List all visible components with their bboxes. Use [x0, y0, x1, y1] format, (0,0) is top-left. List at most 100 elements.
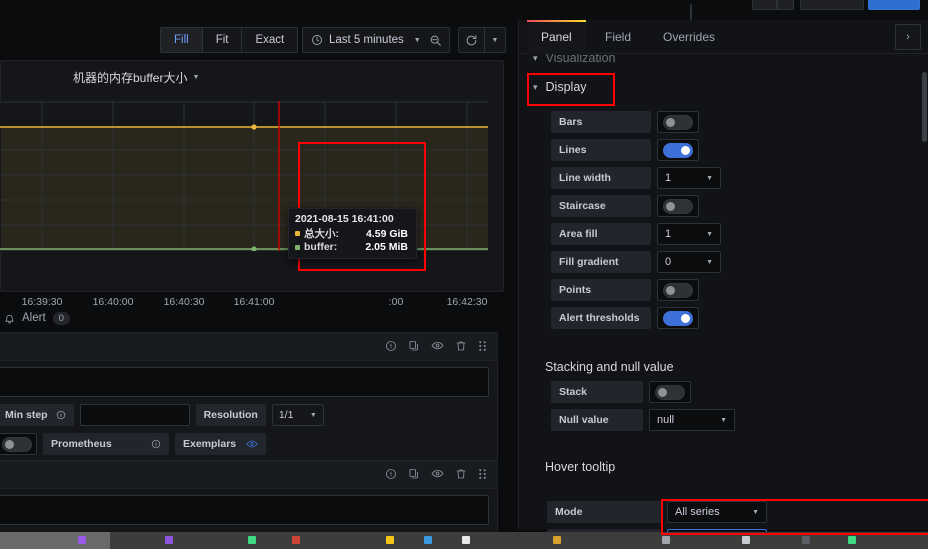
time-range-picker[interactable]: Last 5 minutes ▼ [302, 27, 430, 53]
taskbar-start-area[interactable] [0, 532, 110, 549]
refresh-group[interactable]: ▼ [458, 27, 506, 53]
window-top-strip [0, 0, 928, 20]
chevron-down-icon: ▼ [706, 230, 713, 238]
option-label-mode: Mode [547, 501, 661, 523]
taskbar-icon-10[interactable] [742, 536, 750, 544]
option-toggle-box-bars[interactable] [657, 111, 699, 133]
panel-size-segments[interactable]: Fill Fit Exact [160, 27, 299, 53]
taskbar-icon-9[interactable] [662, 536, 670, 544]
toggle-alert-thresholds[interactable] [663, 310, 693, 326]
option-toggle-box-stack[interactable] [649, 381, 691, 403]
datasource-label: Prometheus [43, 433, 169, 455]
tooltip-series-row: buffer: 2.05 MiB [295, 241, 408, 253]
duplicate-icon[interactable] [408, 340, 420, 352]
duplicate-icon[interactable] [408, 468, 420, 480]
tab-panel[interactable]: Panel [527, 20, 586, 54]
graph-hover-tooltip: 2021-08-15 16:41:00 总大小: 4.59 GiB buffer… [288, 208, 417, 259]
query-actions [385, 467, 487, 480]
trash-icon[interactable] [455, 468, 467, 480]
option-toggle-box-alert-thresholds[interactable] [657, 307, 699, 329]
info-icon[interactable] [56, 410, 66, 420]
toggle-lines[interactable] [663, 142, 693, 158]
query-editor-a: Min step Resolution 1/1 ▼ Prometheus Exe… [0, 332, 498, 463]
tooltip-series-name: buffer: [304, 241, 338, 253]
graph-panel: 机器的内存buffer大小 ▼ 16:39:30 16:40:00 16:40:… [0, 60, 504, 308]
query-expression-input[interactable] [0, 367, 489, 397]
taskbar-icon-7[interactable] [462, 536, 470, 544]
min-step-input[interactable] [79, 404, 190, 426]
select-line-width[interactable]: 1 ▼ [657, 167, 721, 189]
top-button-2[interactable] [800, 0, 864, 10]
refresh-button[interactable] [459, 28, 485, 52]
exemplars-control[interactable]: Exemplars [175, 433, 267, 455]
eye-icon[interactable] [431, 467, 444, 480]
toggle-bars[interactable] [663, 114, 693, 130]
option-label-stack: Stack [551, 381, 643, 403]
refresh-interval-dropdown[interactable]: ▼ [485, 28, 505, 52]
tooltip-series-row: 总大小: 4.59 GiB [295, 226, 408, 241]
x-tick-2: 16:40:30 [163, 296, 205, 308]
select-area-fill[interactable]: 1 ▼ [657, 223, 721, 245]
options-pane: Panel Field Overrides › ▾ Visualization … [518, 20, 928, 549]
tooltip-series-value: 4.59 GiB [365, 227, 408, 240]
zoom-out-button[interactable] [422, 27, 450, 53]
toggle-stack[interactable] [655, 384, 685, 400]
query-toggle-box[interactable] [0, 433, 37, 455]
option-toggle-box-points[interactable] [657, 279, 699, 301]
option-row-bars: Bars [551, 111, 699, 133]
options-scrollbar[interactable] [922, 72, 927, 142]
taskbar-icon-12[interactable] [848, 536, 856, 544]
query-enable-toggle[interactable] [2, 436, 32, 452]
eye-icon[interactable] [246, 438, 258, 450]
select-null-value[interactable]: null ▼ [649, 409, 735, 431]
info-icon[interactable] [385, 340, 397, 352]
highlight-box-display [527, 73, 615, 106]
top-button-3[interactable] [776, 0, 778, 10]
bell-icon [5, 314, 14, 323]
toggle-staircase[interactable] [663, 198, 693, 214]
tab-overrides[interactable]: Overrides [649, 20, 729, 54]
info-icon[interactable] [151, 439, 161, 449]
segment-fill[interactable]: Fill [161, 28, 203, 52]
segment-fit[interactable]: Fit [202, 28, 243, 52]
collapse-options-button[interactable]: › [895, 24, 921, 50]
taskbar-icon-8[interactable] [553, 536, 561, 544]
trash-icon[interactable] [455, 340, 467, 352]
clock-icon [312, 35, 322, 45]
segment-exact[interactable]: Exact [242, 28, 298, 52]
option-row-lines: Lines [551, 139, 699, 161]
section-visualization[interactable]: ▾ Visualization [533, 54, 615, 62]
eye-icon[interactable] [431, 339, 444, 352]
x-tick-5: 16:42:30 [446, 296, 488, 308]
drag-handle-icon[interactable] [478, 340, 487, 352]
zoom-out-icon [430, 35, 441, 46]
alert-tab[interactable]: Alert 0 [0, 305, 70, 331]
top-button-1[interactable] [752, 0, 794, 10]
taskbar-icon-1[interactable] [78, 536, 86, 544]
option-toggle-box-staircase[interactable] [657, 195, 699, 217]
info-icon[interactable] [385, 468, 397, 480]
refresh-icon [466, 34, 477, 45]
chevron-down-icon: ▼ [192, 74, 200, 81]
drag-handle-icon[interactable] [478, 468, 487, 480]
taskbar-icon-5[interactable] [386, 536, 394, 544]
taskbar-icon-11[interactable] [802, 536, 810, 544]
taskbar-icon-6[interactable] [424, 536, 432, 544]
group-title-stacking: Stacking and null value [545, 360, 674, 374]
taskbar-icon-3[interactable] [248, 536, 256, 544]
resolution-select[interactable]: 1/1 ▼ [271, 404, 324, 426]
panel-title[interactable]: 机器的内存buffer大小 ▼ [73, 69, 199, 86]
taskbar-icon-2[interactable] [165, 536, 173, 544]
group-title-hover-tooltip: Hover tooltip [545, 460, 616, 474]
option-toggle-box-lines[interactable] [657, 139, 699, 161]
alert-count-badge: 0 [52, 311, 70, 325]
option-label-bars: Bars [551, 111, 651, 133]
toggle-points[interactable] [663, 282, 693, 298]
tooltip-series-name: 总大小: [304, 228, 339, 240]
top-button-apply[interactable] [868, 0, 920, 10]
tab-field[interactable]: Field [591, 20, 645, 54]
select-fill-gradient[interactable]: 0 ▼ [657, 251, 721, 273]
query-expression-input[interactable] [0, 495, 489, 525]
taskbar-icon-4[interactable] [292, 536, 300, 544]
query-options-row: Min step Resolution 1/1 ▼ [0, 404, 489, 426]
